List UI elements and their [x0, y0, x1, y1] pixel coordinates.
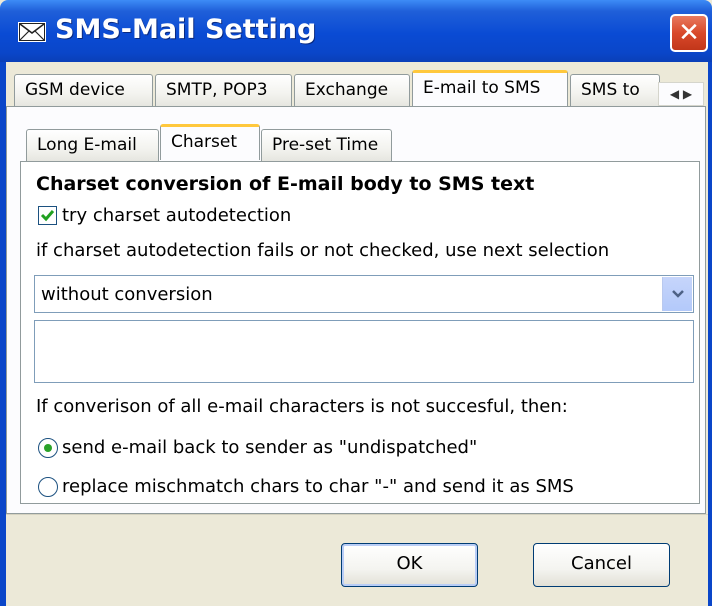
chevron-right-icon[interactable]: ▶ [683, 87, 692, 101]
fail-text: If converison of all e-mail characters i… [36, 396, 568, 417]
charset-select-value: without conversion [41, 284, 213, 305]
radio-replace-chars-label[interactable]: replace mischmatch chars to char "-" and… [62, 476, 574, 497]
tab-email-to-sms[interactable]: E-mail to SMS [412, 70, 568, 106]
tab-sms-to[interactable]: SMS to [570, 74, 660, 106]
chevron-left-icon[interactable]: ◀ [670, 87, 679, 101]
radio-send-back[interactable] [38, 438, 58, 458]
chevron-down-icon [671, 290, 684, 298]
subtab-pre-set-time[interactable]: Pre-set Time [261, 129, 392, 161]
ok-button[interactable]: OK [341, 543, 478, 587]
radio-replace-chars[interactable] [38, 477, 58, 497]
subtab-charset[interactable]: Charset [160, 124, 260, 160]
radio-send-back-label[interactable]: send e-mail back to sender as "undispatc… [62, 437, 477, 458]
title-bar[interactable]: SMS-Mail Setting ✕ [0, 0, 712, 62]
close-button[interactable]: ✕ [670, 14, 708, 52]
subtab-long-email[interactable]: Long E-mail [26, 129, 159, 161]
divider [6, 514, 708, 515]
checkmark-icon [40, 210, 55, 222]
sms-mail-setting-window: SMS-Mail Setting ✕ GSM device SMTP, POP3… [0, 0, 712, 606]
tab-scroll-arrows[interactable]: ◀ ▶ [658, 82, 704, 106]
window-title: SMS-Mail Setting [55, 14, 317, 45]
fallback-text: if charset autodetection fails or not ch… [36, 240, 610, 261]
tab-exchange[interactable]: Exchange [294, 74, 410, 106]
tab-smtp-pop3[interactable]: SMTP, POP3 [155, 74, 292, 106]
envelope-icon [18, 22, 46, 42]
charset-textbox[interactable] [34, 320, 694, 383]
radio-selected-dot [44, 444, 52, 452]
charset-select[interactable]: without conversion [34, 275, 694, 313]
charset-heading: Charset conversion of E-mail body to SMS… [36, 173, 535, 195]
window-border-right [708, 62, 712, 606]
dropdown-button[interactable] [662, 277, 692, 311]
autodetect-label[interactable]: try charset autodetection [62, 205, 291, 226]
autodetect-checkbox[interactable] [38, 206, 57, 225]
tab-gsm-device[interactable]: GSM device [14, 74, 153, 106]
cancel-button[interactable]: Cancel [533, 543, 670, 587]
